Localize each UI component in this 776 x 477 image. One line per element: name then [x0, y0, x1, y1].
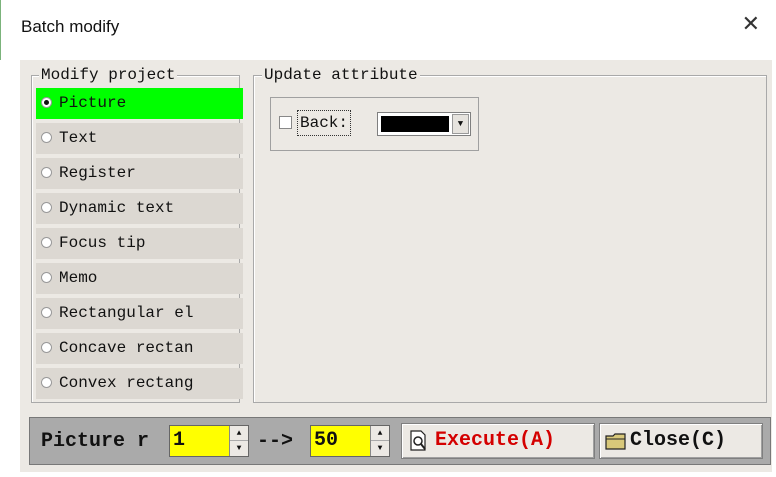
radio-item-convex-rectangle[interactable]: Convex rectang: [36, 368, 243, 399]
range-to-value: 50: [314, 429, 339, 452]
window-title: Batch modify: [21, 17, 120, 36]
radio-icon: [41, 132, 52, 143]
modify-project-legend: Modify project: [39, 65, 178, 85]
radio-label: Convex rectang: [59, 374, 194, 392]
radio-item-picture[interactable]: Picture: [36, 88, 243, 119]
magnifier-page-icon: [410, 430, 426, 451]
radio-label: Concave rectan: [59, 339, 194, 357]
radio-item-concave-rectangle[interactable]: Concave rectan: [36, 333, 243, 364]
color-swatch: [381, 116, 449, 132]
radio-label: Picture: [59, 94, 127, 112]
radio-item-text[interactable]: Text: [36, 123, 243, 154]
execute-label: Execute(A): [435, 429, 556, 452]
folder-icon: [605, 433, 626, 450]
radio-item-rectangular-element[interactable]: Rectangular el: [36, 298, 243, 329]
back-attribute-panel: Back: ▼: [270, 97, 479, 151]
radio-label: Register: [59, 164, 136, 182]
execute-button[interactable]: Execute(A): [401, 423, 595, 459]
radio-item-dynamic-text[interactable]: Dynamic text: [36, 193, 243, 224]
range-to-spinner: ▲ ▼: [370, 426, 389, 456]
close-button[interactable]: Close(C): [599, 423, 763, 459]
update-attribute-legend: Update attribute: [262, 65, 420, 85]
radio-label: Rectangular el: [59, 304, 194, 322]
radio-icon: [41, 202, 52, 213]
spin-down-icon[interactable]: ▼: [230, 441, 248, 456]
spin-up-icon[interactable]: ▲: [230, 426, 248, 441]
spin-down-icon[interactable]: ▼: [371, 441, 389, 456]
radio-item-memo[interactable]: Memo: [36, 263, 243, 294]
update-attribute-group: Update attribute Back: ▼: [253, 65, 767, 403]
radio-item-focus-tip[interactable]: Focus tip: [36, 228, 243, 259]
radio-icon: [41, 237, 52, 248]
range-from-field[interactable]: 1 ▲ ▼: [169, 425, 249, 457]
range-from-value: 1: [173, 429, 186, 452]
radio-item-register[interactable]: Register: [36, 158, 243, 189]
range-arrow: -->: [257, 430, 294, 453]
radio-icon: [41, 272, 52, 283]
close-label: Close(C): [630, 429, 727, 452]
radio-icon: [41, 342, 52, 353]
radio-label: Memo: [59, 269, 98, 287]
dialog-body: Modify project Picture Text Register Dyn…: [20, 60, 772, 472]
back-color-dropdown[interactable]: ▼: [377, 112, 471, 136]
back-checkbox[interactable]: [279, 116, 292, 129]
spin-up-icon[interactable]: ▲: [371, 426, 389, 441]
title-bar: Batch modify ✕: [0, 0, 776, 60]
range-label: Picture r: [41, 430, 150, 453]
close-icon[interactable]: ✕: [742, 12, 760, 37]
range-from-spinner: ▲ ▼: [229, 426, 248, 456]
range-toolbar: Picture r 1 ▲ ▼ --> 50 ▲ ▼ Execute(A) Cl…: [29, 417, 771, 465]
radio-selected-icon: [41, 97, 52, 108]
radio-label: Text: [59, 129, 98, 147]
radio-label: Dynamic text: [59, 199, 175, 217]
range-to-field[interactable]: 50 ▲ ▼: [310, 425, 390, 457]
chevron-down-icon[interactable]: ▼: [452, 114, 469, 134]
radio-icon: [41, 377, 52, 388]
radio-icon: [41, 307, 52, 318]
radio-label: Focus tip: [59, 234, 146, 252]
radio-icon: [41, 167, 52, 178]
modify-project-group: Modify project Picture Text Register Dyn…: [31, 65, 243, 403]
back-label: Back:: [297, 110, 352, 136]
